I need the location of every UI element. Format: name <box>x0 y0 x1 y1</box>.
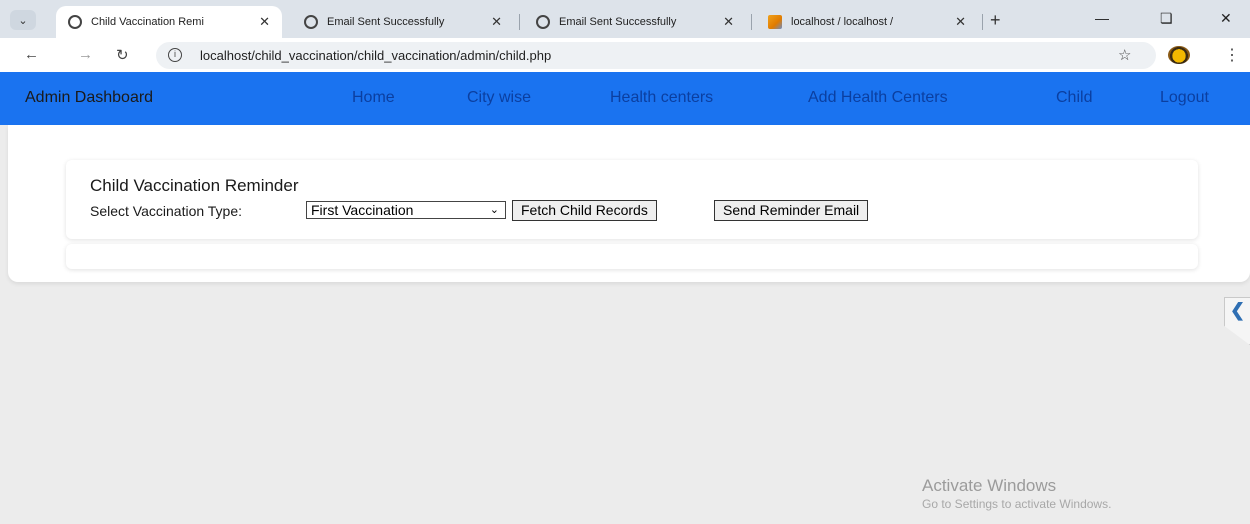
back-arrow-icon[interactable]: ← <box>24 46 39 63</box>
fetch-child-records-button[interactable]: Fetch Child Records <box>512 200 657 221</box>
close-icon[interactable]: ✕ <box>491 14 502 30</box>
chevron-down-icon: ⌄ <box>489 204 499 216</box>
nav-link-city-wise[interactable]: City wise <box>467 89 531 107</box>
vaccination-type-label: Select Vaccination Type: <box>90 203 243 219</box>
results-card <box>66 244 1198 269</box>
nav-link-child[interactable]: Child <box>1056 89 1092 107</box>
profile-avatar-icon[interactable] <box>1168 46 1190 64</box>
browser-tab-3[interactable]: Email Sent Successfully ✕ <box>524 6 746 38</box>
url-text[interactable]: localhost/child_vaccination/child_vaccin… <box>200 48 551 63</box>
close-icon[interactable]: ✕ <box>723 14 734 30</box>
address-bar[interactable]: i localhost/child_vaccination/child_vacc… <box>156 42 1156 69</box>
tab-title: Email Sent Successfully <box>327 16 445 28</box>
selected-option: First Vaccination <box>311 202 414 218</box>
send-reminder-email-button[interactable]: Send Reminder Email <box>714 200 869 221</box>
forward-arrow-icon[interactable]: → <box>78 46 93 63</box>
tab-title: Child Vaccination Remi <box>91 16 204 28</box>
minimize-icon[interactable]: — <box>1095 10 1109 26</box>
browser-tab-2[interactable]: Email Sent Successfully ✕ <box>292 6 514 38</box>
tab-divider <box>519 14 520 30</box>
nav-link-health-centers[interactable]: Health centers <box>610 89 713 107</box>
brand-title[interactable]: Admin Dashboard <box>25 89 153 107</box>
side-panel-toggle[interactable]: ❮ <box>1224 297 1250 345</box>
page-viewport: Admin Dashboard Home City wise Health ce… <box>0 72 1250 524</box>
vaccination-type-select[interactable]: First Vaccination ⌄ <box>306 201 506 219</box>
close-icon[interactable]: ✕ <box>259 14 270 30</box>
nav-link-home[interactable]: Home <box>352 89 395 107</box>
nav-link-add-health-centers[interactable]: Add Health Centers <box>808 89 948 107</box>
globe-icon <box>304 15 318 29</box>
activation-watermark-title: Activate Windows <box>922 476 1057 495</box>
activation-watermark-subtitle: Go to Settings to activate Windows. <box>922 497 1112 511</box>
globe-icon <box>536 15 550 29</box>
browser-tab-1[interactable]: Child Vaccination Remi ✕ <box>56 6 282 38</box>
chevron-down-icon: ⌄ <box>18 14 28 27</box>
new-tab-icon[interactable]: + <box>990 10 1001 31</box>
site-info-icon[interactable]: i <box>168 48 182 62</box>
reload-icon[interactable]: ↻ <box>116 46 129 64</box>
tab-title: localhost / localhost / <box>791 16 894 28</box>
tab-divider <box>982 14 983 30</box>
card-title: Child Vaccination Reminder <box>90 176 299 195</box>
browser-tab-strip: ⌄ Child Vaccination Remi ✕ Email Sent Su… <box>0 0 1250 38</box>
more-menu-icon[interactable]: ⋮ <box>1224 45 1240 65</box>
window-close-icon[interactable]: ✕ <box>1220 10 1232 27</box>
tab-divider <box>751 14 752 30</box>
bookmark-star-icon[interactable]: ☆ <box>1118 46 1131 64</box>
chevron-left-icon: ❮ <box>1230 300 1246 320</box>
restore-icon[interactable]: ❏ <box>1160 10 1173 27</box>
browser-tab-4[interactable]: localhost / localhost / ✕ <box>756 6 978 38</box>
browser-toolbar: ← → ↻ i localhost/child_vaccination/chil… <box>0 38 1250 72</box>
close-icon[interactable]: ✕ <box>955 14 966 30</box>
globe-icon <box>68 15 82 29</box>
tab-search-button[interactable]: ⌄ <box>10 10 36 30</box>
phpmyadmin-icon <box>768 15 782 29</box>
reminder-card: Child Vaccination Reminder Select Vaccin… <box>66 160 1198 239</box>
tab-title: Email Sent Successfully <box>559 16 677 28</box>
nav-link-logout[interactable]: Logout <box>1160 89 1209 107</box>
admin-navbar: Admin Dashboard Home City wise Health ce… <box>0 72 1250 125</box>
